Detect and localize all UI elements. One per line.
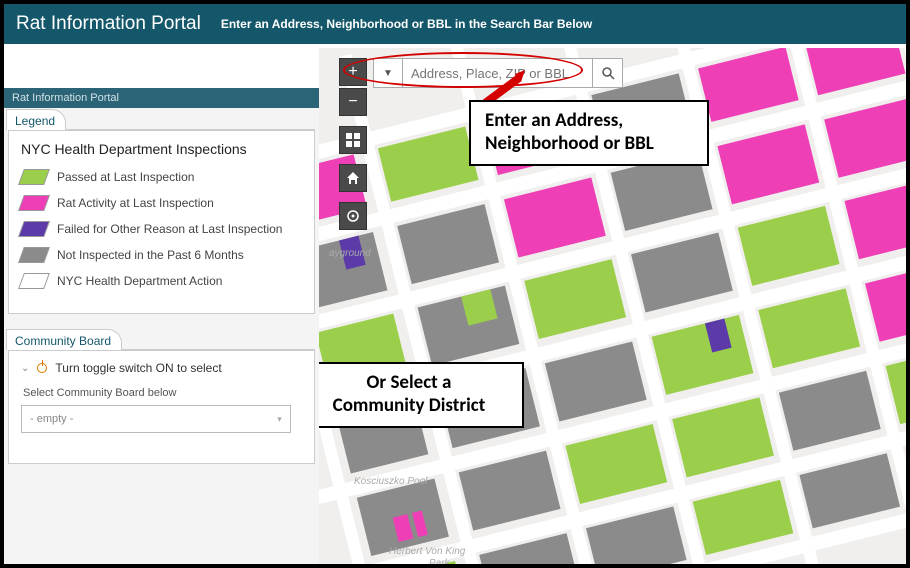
community-board-tab[interactable]: Community Board <box>6 329 122 350</box>
swatch-failed <box>18 221 50 237</box>
swatch-not-inspected <box>18 247 50 263</box>
legend-item: Failed for Other Reason at Last Inspecti… <box>21 221 302 237</box>
zoom-in-button[interactable]: + <box>339 58 367 86</box>
legend-title: NYC Health Department Inspections <box>21 141 302 157</box>
legend-item: NYC Health Department Action <box>21 273 302 289</box>
zoom-out-button[interactable]: − <box>339 88 367 116</box>
annotation-callout-search: Enter an Address, Neighborhood or BBL <box>469 100 709 166</box>
search-icon <box>601 66 615 80</box>
community-board-select[interactable]: - empty - ▾ <box>21 405 291 433</box>
swatch-action <box>18 273 50 289</box>
legend-label: Passed at Last Inspection <box>57 170 194 184</box>
basemap-button[interactable] <box>339 126 367 154</box>
swatch-passed <box>18 169 50 185</box>
home-button[interactable] <box>339 164 367 192</box>
home-icon <box>346 171 360 185</box>
sidebar-spacer <box>4 48 319 88</box>
cb-select-label: Select Community Board below <box>23 387 302 399</box>
map-canvas[interactable]: ayground Kosciuszko Pool Herbert Von Kin… <box>319 48 906 564</box>
community-board-panel: ⌄ Turn toggle switch ON to select Select… <box>8 349 315 464</box>
map-controls: + − <box>339 58 367 230</box>
app-subtitle: Enter an Address, Neighborhood or BBL in… <box>221 17 592 31</box>
grid-icon <box>346 133 360 147</box>
body: Rat Information Portal Legend NYC Health… <box>4 48 906 564</box>
legend-label: NYC Health Department Action <box>57 274 222 288</box>
callout-line: Or Select a <box>319 372 508 395</box>
swatch-rat-activity <box>18 195 50 211</box>
power-toggle-icon[interactable] <box>37 363 47 373</box>
app-title: Rat Information Portal <box>16 13 201 35</box>
chevron-down-icon: ▾ <box>277 414 282 425</box>
toggle-hint: Turn toggle switch ON to select <box>55 361 221 375</box>
header-bar: Rat Information Portal Enter an Address,… <box>4 4 906 44</box>
sidebar: Rat Information Portal Legend NYC Health… <box>4 48 319 564</box>
search-source-dropdown[interactable]: ▼ <box>373 58 403 88</box>
legend-label: Not Inspected in the Past 6 Months <box>57 248 244 262</box>
community-board-panel-wrap: Community Board ⌄ Turn toggle switch ON … <box>4 328 319 474</box>
legend-label: Failed for Other Reason at Last Inspecti… <box>57 222 282 236</box>
toggle-row: ⌄ Turn toggle switch ON to select <box>21 361 302 375</box>
legend-panel: NYC Health Department Inspections Passed… <box>8 129 315 314</box>
legend-tab[interactable]: Legend <box>6 109 66 130</box>
legend-item: Not Inspected in the Past 6 Months <box>21 247 302 263</box>
locate-icon <box>346 209 360 223</box>
breadcrumb: Rat Information Portal <box>4 88 319 108</box>
legend-label: Rat Activity at Last Inspection <box>57 196 214 210</box>
cb-select-value: - empty - <box>30 413 73 425</box>
app-root: Rat Information Portal Enter an Address,… <box>0 0 910 568</box>
legend-item: Rat Activity at Last Inspection <box>21 195 302 211</box>
callout-line: Community District <box>319 395 508 418</box>
legend-panel-wrap: Legend NYC Health Department Inspections… <box>4 108 319 324</box>
chevron-down-icon[interactable]: ⌄ <box>21 363 29 374</box>
search-button[interactable] <box>593 58 623 88</box>
locate-button[interactable] <box>339 202 367 230</box>
annotation-callout-community: Or Select a Community District <box>319 362 524 428</box>
legend-item: Passed at Last Inspection <box>21 169 302 185</box>
